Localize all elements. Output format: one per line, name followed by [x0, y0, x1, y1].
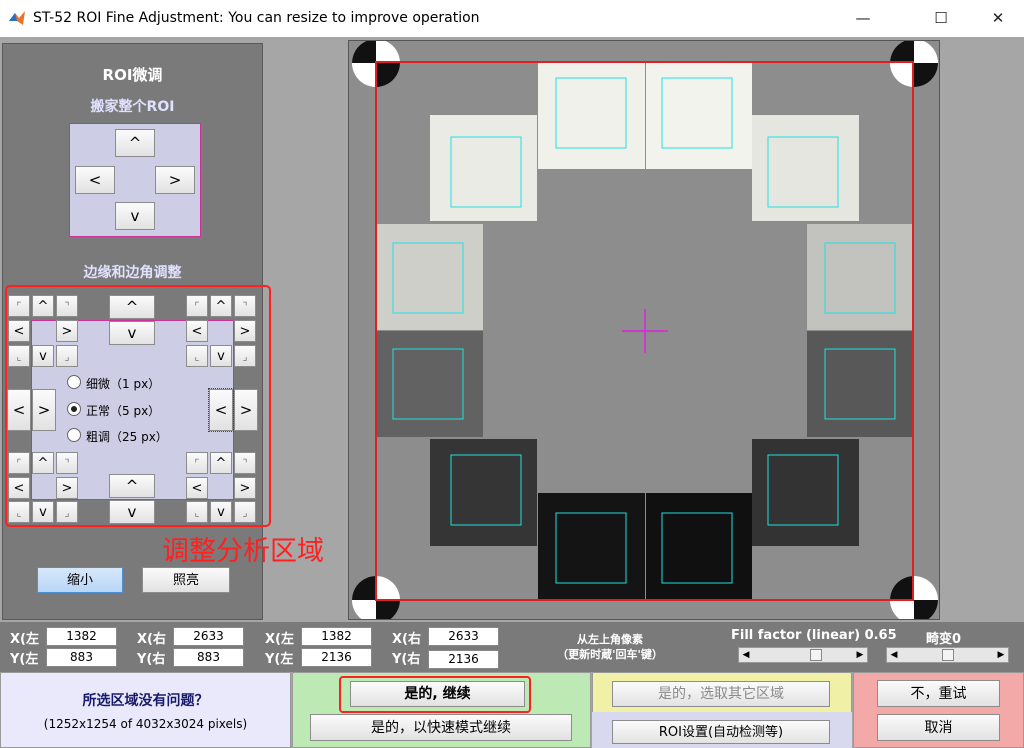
question-text: 所选区域没有问题？: [82, 693, 209, 709]
maximize-button[interactable]: ☐: [918, 0, 964, 37]
title-bar: ST-52 ROI Fine Adjustment: You can resiz…: [0, 0, 1024, 37]
y-right-bottom-input[interactable]: 2136: [428, 650, 499, 669]
brighten-button[interactable]: 照亮: [142, 567, 230, 593]
x-right-top-label: X(右: [137, 632, 166, 647]
move-right-button[interactable]: >: [155, 166, 195, 194]
move-roi-label: 搬家整个ROI: [90, 99, 175, 115]
chart-image-view[interactable]: [348, 40, 940, 620]
pixel-note-2: （更新时蔵'回车'键）: [557, 648, 663, 661]
cancel-button[interactable]: 取消: [877, 714, 1000, 741]
zoom-out-button[interactable]: 缩小: [37, 567, 123, 593]
y-right-top-input[interactable]: 883: [173, 648, 244, 667]
panel-title: ROI微调: [102, 66, 163, 84]
move-up-button[interactable]: ^: [115, 129, 155, 157]
x-right-top-input[interactable]: 2633: [173, 627, 244, 646]
move-down-button[interactable]: v: [115, 202, 155, 230]
pixel-note-1: 从左上角像素: [577, 633, 643, 646]
window-title: ST-52 ROI Fine Adjustment: You can resiz…: [33, 10, 480, 26]
slider-left-arrow-icon[interactable]: ◀: [739, 648, 753, 662]
close-button[interactable]: ✕: [975, 0, 1021, 37]
x-right-bottom-label: X(右: [392, 632, 421, 647]
distortion-label: 畸变0: [926, 632, 962, 647]
fill-factor-slider[interactable]: ◀ ▶: [738, 647, 868, 663]
fill-factor-thumb[interactable]: [810, 649, 823, 661]
annotation-highlight-box: [5, 285, 271, 527]
slider-right-arrow-icon[interactable]: ▶: [853, 648, 867, 662]
no-retry-button[interactable]: 不，重试: [877, 680, 1000, 707]
y-left-top-label: Y(左: [10, 652, 39, 667]
annotation-text: 调整分析区域: [162, 536, 324, 567]
x-left-top-input[interactable]: 1382: [46, 627, 117, 646]
slider-right-arrow-icon[interactable]: ▶: [994, 648, 1008, 662]
distortion-thumb[interactable]: [941, 649, 954, 661]
yes-other-region-button[interactable]: 是的，选取其它区域: [612, 681, 830, 707]
y-right-top-label: Y(右: [137, 652, 166, 667]
question-panel: [0, 672, 291, 748]
size-info-text: (1252x1254 of 4032x3024 pixels): [43, 717, 248, 731]
x-right-bottom-input[interactable]: 2633: [428, 627, 499, 646]
slider-left-arrow-icon[interactable]: ◀: [887, 648, 901, 662]
x-left-bottom-label: X(左: [265, 632, 294, 647]
y-right-bottom-label: Y(右: [392, 652, 421, 667]
y-left-bottom-input[interactable]: 2136: [301, 648, 372, 667]
test-chart-image: [349, 41, 939, 619]
edge-adjust-label: 边缘和边角调整: [83, 265, 182, 281]
y-left-top-input[interactable]: 883: [46, 648, 117, 667]
yes-continue-highlight: [339, 676, 531, 713]
roi-settings-button[interactable]: ROI设置(自动检测等): [612, 720, 830, 744]
fill-factor-label: Fill factor (linear) 0.65: [731, 628, 897, 643]
matlab-icon: [9, 11, 25, 25]
move-left-button[interactable]: <: [75, 166, 115, 194]
yes-fast-mode-button[interactable]: 是的，以快速模式继续: [310, 714, 572, 741]
x-left-bottom-input[interactable]: 1382: [301, 627, 372, 646]
distortion-slider[interactable]: ◀ ▶: [886, 647, 1009, 663]
y-left-bottom-label: Y(左: [265, 652, 294, 667]
minimize-button[interactable]: —: [840, 0, 886, 37]
x-left-top-label: X(左: [10, 632, 39, 647]
